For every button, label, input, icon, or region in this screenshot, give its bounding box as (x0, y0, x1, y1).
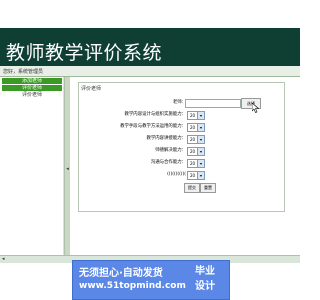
scroll-left-icon[interactable]: ◂ (2, 256, 5, 263)
criteria-label: 教学内容讲授能力： (146, 136, 186, 141)
sidebar: 添加老师 评价老师 评价老师 (0, 77, 64, 262)
status-text: 您好，系统管理员 (3, 69, 44, 75)
main-content: 评价老师 老师： 选择 教学内容设计与组织实施能力： 20 ▾ 教学手段与教学方… (70, 77, 300, 262)
sidebar-item-evaluate-teacher-sub[interactable]: 评价老师 (2, 92, 62, 98)
banner-url: www.51topmind.com (79, 281, 186, 291)
score-select[interactable]: 20 ▾ (187, 159, 205, 168)
chevron-down-icon: ▾ (197, 148, 204, 155)
sidebar-item-add-teacher[interactable]: 添加老师 (2, 78, 62, 84)
chevron-down-icon: ▾ (197, 112, 204, 119)
score-select[interactable]: 20 ▾ (187, 147, 205, 156)
submit-button[interactable]: 提交 (184, 183, 200, 193)
criteria-label: 师德解决能力： (155, 148, 186, 153)
form-actions: 提交 重置 (79, 182, 284, 193)
form-title: 评价老师 (81, 86, 102, 92)
chevron-down-icon: ▾ (197, 136, 204, 143)
score-value: 20 (190, 125, 196, 130)
score-select[interactable]: 20 ▾ (187, 135, 205, 144)
sidebar-item-evaluate-teacher[interactable]: 评价老师 (2, 85, 62, 91)
chevron-down-icon: ▾ (197, 172, 204, 179)
header: 教师教学评价系统 (0, 28, 300, 66)
criteria-row: 教学内容设计与组织实施能力： 20 ▾ (79, 110, 284, 120)
evaluation-form: 评价老师 老师： 选择 教学内容设计与组织实施能力： 20 ▾ 教学手段与教学方… (78, 82, 285, 212)
watermark-banner: 无须担心·自动发货 www.51topmind.com 毕业 设计 (72, 260, 230, 300)
teacher-row: 老师： 选择 (79, 98, 284, 113)
status-bar: 您好，系统管理员 (0, 66, 300, 77)
chevron-down-icon: ▾ (197, 124, 204, 131)
criteria-label: 教学手段与教学方法运用的能力： (120, 124, 186, 129)
criteria-row: 教学手段与教学方法运用的能力： 20 ▾ (79, 122, 284, 132)
banner-badge-line1: 毕业 (195, 266, 215, 277)
score-value: 20 (190, 161, 196, 166)
reset-button[interactable]: 重置 (200, 183, 216, 193)
criteria-label: 教学内容设计与组织实施能力： (124, 112, 186, 117)
criteria-row: 沟通与合作能力： 20 ▾ (79, 158, 284, 168)
score-value: 20 (190, 137, 196, 142)
banner-badge-line2: 设计 (195, 281, 215, 292)
criteria-row: 教学内容讲授能力： 20 ▾ (79, 134, 284, 144)
score-select[interactable]: 20 ▾ (187, 123, 205, 132)
score-select[interactable]: 20 ▾ (187, 171, 205, 180)
app-window: 教师教学评价系统 您好，系统管理员 添加老师 评价老师 评价老师 ◂ 评价老师 … (0, 28, 300, 263)
banner-slogan: 无须担心·自动发货 (79, 268, 163, 279)
criteria-label: ((((((((((( (167, 172, 186, 177)
banner-badge: 毕业 设计 (187, 264, 223, 294)
teacher-input[interactable] (185, 99, 241, 108)
score-value: 20 (190, 149, 196, 154)
criteria-row: ((((((((((( 20 ▾ (79, 170, 284, 180)
score-value: 20 (190, 173, 196, 178)
criteria-row: 师德解决能力： 20 ▾ (79, 146, 284, 156)
chevron-down-icon: ▾ (197, 160, 204, 167)
score-select[interactable]: 20 ▾ (187, 111, 205, 120)
app-title: 教师教学评价系统 (6, 42, 163, 64)
score-value: 20 (190, 113, 196, 118)
criteria-label: 沟通与合作能力： (150, 160, 186, 165)
